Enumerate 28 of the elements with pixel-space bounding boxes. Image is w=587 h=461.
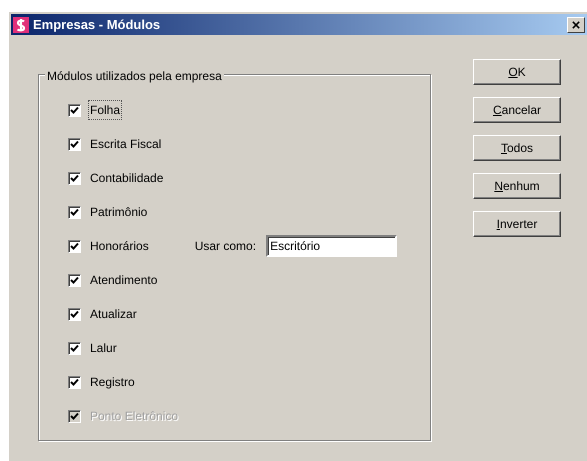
checkbox[interactable] [68, 206, 81, 218]
checkbox-label[interactable]: Atualizar [88, 304, 139, 324]
checkbox[interactable] [68, 138, 81, 150]
input-field[interactable]: Escritório [266, 235, 398, 257]
checkbox-label[interactable]: Registro [88, 372, 137, 392]
checkbox-label[interactable]: Patrimônio [88, 202, 150, 222]
field-label: Usar como: [194, 238, 256, 255]
dialog-button[interactable]: Nenhum [473, 173, 561, 199]
checkbox[interactable] [68, 308, 81, 320]
dialog-button[interactable]: Cancelar [473, 97, 561, 123]
checkbox[interactable] [68, 172, 81, 184]
dollar-icon [13, 16, 29, 32]
dialog-button[interactable]: Inverter [473, 211, 561, 237]
checkbox[interactable] [68, 376, 81, 388]
checkbox[interactable] [68, 342, 81, 354]
checkbox[interactable] [68, 240, 81, 252]
checkbox-label[interactable]: Contabilidade [88, 168, 166, 188]
checkbox-label[interactable]: Atendimento [88, 270, 160, 290]
dialog-button[interactable]: Todos [473, 135, 561, 161]
checkbox[interactable] [68, 104, 81, 116]
checkbox-label[interactable]: Honorários [88, 236, 151, 256]
dialog-button[interactable]: OK [473, 59, 561, 85]
checkbox[interactable] [68, 274, 81, 286]
close-button[interactable]: × [567, 17, 585, 33]
checkbox-label[interactable]: Folha [88, 100, 122, 120]
checkbox-label[interactable]: Escrita Fiscal [88, 134, 164, 154]
window-title: Empresas - Módulos [33, 16, 160, 34]
checkbox-label[interactable]: Lalur [88, 338, 119, 358]
